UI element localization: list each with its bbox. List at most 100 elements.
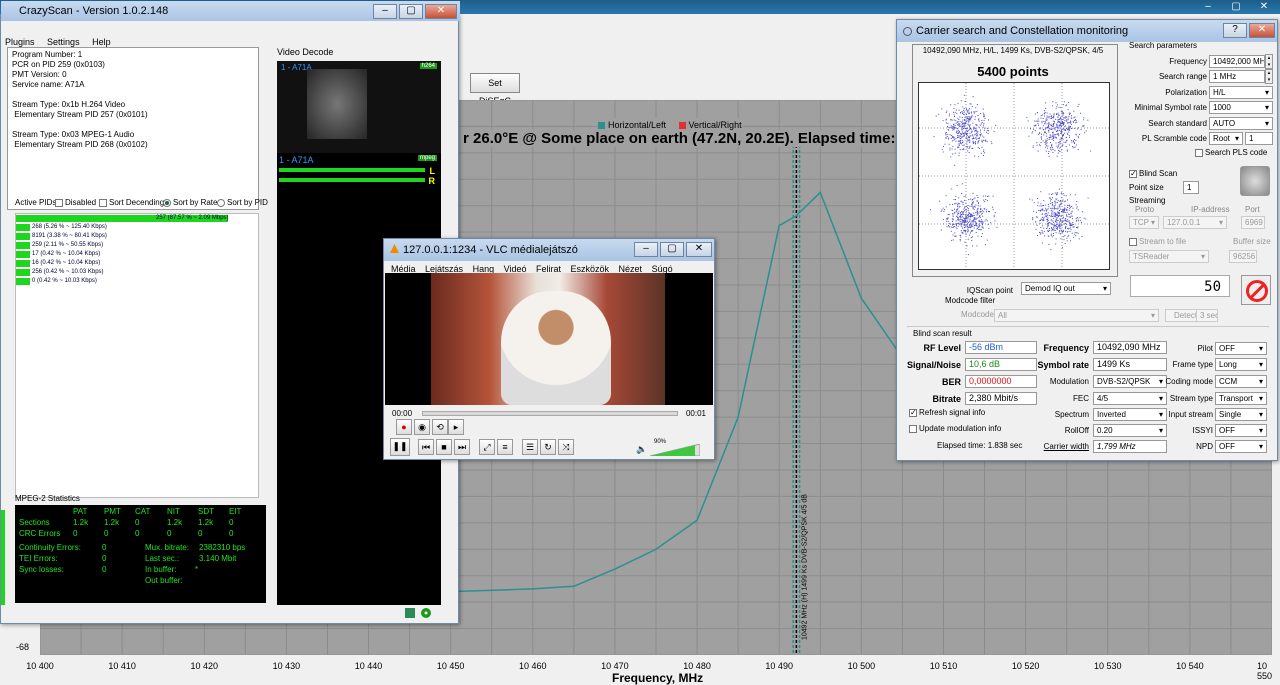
minimize-icon[interactable]: –: [1196, 0, 1220, 14]
update-mod-info-checkbox[interactable]: Update modulation info: [909, 424, 1001, 433]
update-mod-info-box[interactable]: [909, 424, 917, 433]
sections-nit: 1.2k: [167, 518, 183, 527]
pid-row[interactable]: 8191 (3.38 % ~ 80.41 Kbps): [16, 232, 258, 241]
point-size-input[interactable]: 1: [1183, 181, 1199, 194]
search-standard-select[interactable]: AUTO: [1209, 117, 1273, 130]
loop-button[interactable]: ↻: [540, 439, 556, 455]
frequency-input[interactable]: 10492,000 MHz: [1209, 55, 1265, 68]
network-icon[interactable]: [405, 608, 415, 618]
vlc-volume-slider[interactable]: [650, 444, 700, 456]
loop-ab-button[interactable]: ⟲: [432, 419, 448, 435]
blind-scan-box[interactable]: ✓: [1129, 169, 1137, 178]
fullscreen-button[interactable]: ⤢: [479, 439, 495, 455]
pid-row[interactable]: 17 (0.42 % ~ 10.04 Kbps): [16, 250, 258, 259]
pl-scramble-code-input[interactable]: 1: [1245, 132, 1273, 145]
vlc-close-button[interactable]: ✕: [686, 242, 712, 257]
iqscan-point-select[interactable]: Demod IQ out: [1021, 282, 1111, 295]
search-range-spinner[interactable]: ▴ ▾: [1265, 69, 1273, 84]
proto-select[interactable]: TCP: [1129, 216, 1159, 229]
pause-button[interactable]: ❚❚: [390, 438, 410, 456]
modulation-select[interactable]: DVB-S2/QPSK: [1093, 375, 1167, 388]
pid-row[interactable]: 256 (0.42 % ~ 10.03 Kbps): [16, 268, 258, 277]
ip-address-select[interactable]: 127.0.0.1: [1163, 216, 1227, 229]
disabled-checkbox[interactable]: Disabled: [55, 198, 96, 207]
min-symbol-rate-select[interactable]: 1000: [1209, 101, 1273, 114]
playlist-button[interactable]: ☰: [522, 439, 538, 455]
stop-scan-button[interactable]: [1241, 275, 1271, 305]
help-button[interactable]: ?: [1223, 23, 1247, 38]
sort-by-pid-dot[interactable]: [217, 198, 225, 207]
stream-to-file-box[interactable]: [1129, 237, 1137, 246]
pid-row[interactable]: 268 (5.26 % ~ 125.40 Kbps): [16, 223, 258, 232]
maximize-icon[interactable]: ▢: [1224, 0, 1248, 14]
polarization-select[interactable]: H/L: [1209, 86, 1273, 99]
next-button[interactable]: ⏭: [454, 439, 470, 455]
previous-button[interactable]: ⏮: [418, 439, 434, 455]
pid-row[interactable]: 259 (2.11 % ~ 50.55 Kbps): [16, 241, 258, 250]
pl-scramble-select[interactable]: Root: [1209, 132, 1243, 145]
snr-value: 10,6 dB: [965, 358, 1037, 371]
search-pls-checkbox[interactable]: Search PLS code: [1195, 148, 1267, 157]
shuffle-button[interactable]: ⤨: [558, 439, 574, 455]
vlc-maximize-button[interactable]: ▢: [660, 242, 684, 257]
vlc-video-area[interactable]: [385, 273, 713, 405]
fec-select[interactable]: 4/5: [1093, 392, 1167, 405]
carrier-close-button[interactable]: ✕: [1249, 23, 1275, 38]
menu-help[interactable]: Help: [92, 37, 111, 47]
speaker-icon[interactable]: 🔈: [636, 444, 647, 455]
menu-settings[interactable]: Settings: [47, 37, 80, 47]
stop-button[interactable]: ■: [436, 439, 452, 455]
refresh-info-checkbox[interactable]: ✓ Refresh signal info: [909, 408, 985, 417]
pilot-select[interactable]: OFF: [1215, 342, 1267, 355]
pid-row[interactable]: 0 (0.42 % ~ 10.03 Kbps): [16, 277, 258, 286]
disabled-checkbox-box[interactable]: [55, 198, 63, 207]
vlc-seek-bar[interactable]: [422, 411, 678, 416]
active-pids-list[interactable]: 257 (87.57 % ~ 2.09 Mbps) 268 (5.26 % ~ 1…: [15, 213, 259, 498]
mpeg2-statistics-panel: PAT PMT CAT NIT SDT EIT Sections 1.2k 1.…: [15, 505, 266, 603]
sort-by-pid-radio[interactable]: Sort by PID: [217, 198, 268, 207]
refresh-info-box[interactable]: ✓: [909, 408, 917, 417]
frequency-spinner[interactable]: ▴ ▾: [1265, 54, 1273, 69]
pilot-label: Pilot: [1197, 344, 1213, 353]
sort-by-rate-label: Sort by Rate: [173, 198, 218, 207]
stream-to-file-checkbox[interactable]: Stream to file: [1129, 237, 1186, 246]
maximize-button[interactable]: ▢: [399, 4, 423, 19]
frame-type-select[interactable]: Long: [1215, 358, 1267, 371]
npd-select[interactable]: OFF: [1215, 440, 1267, 453]
radiation-icon[interactable]: [421, 608, 431, 618]
file-select[interactable]: TSReader: [1129, 250, 1209, 263]
program-info-box[interactable]: Program Number: 1 PCR on PID 259 (0x0103)…: [7, 47, 259, 210]
menu-plugins[interactable]: Plugins: [5, 37, 35, 47]
input-stream-select[interactable]: Single: [1215, 408, 1267, 421]
minimize-button[interactable]: –: [373, 4, 397, 19]
stream-type-select[interactable]: Transport: [1215, 392, 1267, 405]
blind-scan-checkbox[interactable]: ✓ Blind Scan: [1129, 169, 1177, 178]
sort-descending-box[interactable]: [99, 198, 107, 207]
coding-mode-select[interactable]: CCM: [1215, 375, 1267, 388]
carrier-width-label[interactable]: Carrier width: [1037, 442, 1089, 451]
issyi-select[interactable]: OFF: [1215, 424, 1267, 437]
sort-by-rate-dot[interactable]: [163, 198, 171, 207]
snapshot-button[interactable]: ◉: [414, 419, 430, 435]
search-pls-box[interactable]: [1195, 148, 1203, 157]
close-icon[interactable]: ✕: [1252, 0, 1276, 14]
x-tick-label: 10 410: [108, 661, 136, 671]
pid-row[interactable]: 257 (87.57 % ~ 2.09 Mbps): [16, 214, 258, 223]
set-diseqc-button[interactable]: Set DiSEqC: [470, 73, 520, 106]
detect-seconds-input[interactable]: 3 sec: [1196, 309, 1218, 322]
pid-row[interactable]: 16 (0.42 % ~ 10.04 Kbps): [16, 259, 258, 268]
buffer-size-input[interactable]: 96256: [1229, 250, 1257, 263]
close-button[interactable]: ✕: [425, 4, 457, 19]
dish-icon[interactable]: [1240, 166, 1270, 196]
search-range-input[interactable]: 1 MHz: [1209, 70, 1265, 83]
rolloff-select[interactable]: 0.20: [1093, 424, 1167, 437]
sort-by-rate-radio[interactable]: Sort by Rate: [163, 198, 217, 207]
frame-step-button[interactable]: ▸: [448, 419, 464, 435]
spectrum-select[interactable]: Inverted: [1093, 408, 1167, 421]
record-button[interactable]: ●: [396, 419, 412, 435]
vlc-minimize-button[interactable]: –: [634, 242, 658, 257]
modcode-select[interactable]: All: [994, 309, 1159, 322]
port-input[interactable]: 6969: [1241, 216, 1265, 229]
extended-settings-button[interactable]: ≡: [497, 439, 513, 455]
sort-descending-checkbox[interactable]: Sort Decending: [99, 198, 164, 207]
